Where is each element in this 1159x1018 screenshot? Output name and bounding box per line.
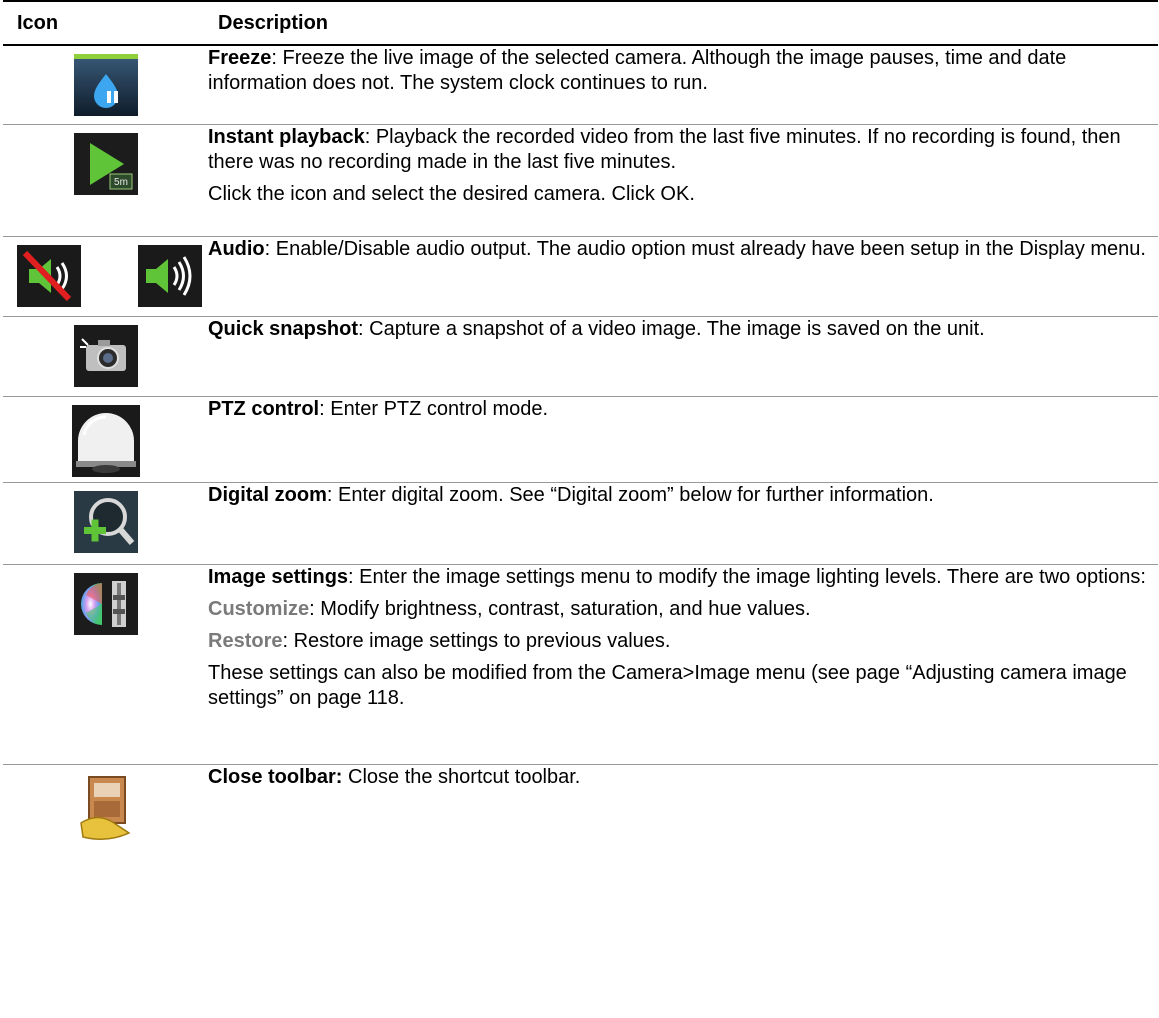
column-header-description: Description [208, 0, 1158, 46]
audio-off-icon [17, 244, 81, 307]
description-quick-snapshot: : Capture a snapshot of a video image. T… [358, 317, 985, 340]
description-image-settings: : Enter the image settings menu to modif… [348, 565, 1146, 588]
table-row: Close toolbar: Close the shortcut toolba… [3, 764, 1158, 874]
table-row: Quick snapshot: Capture a snapshot of a … [3, 316, 1158, 397]
table-row: Audio: Enable/Disable audio output. The … [3, 236, 1158, 317]
table-row: Image settings: Enter the image settings… [3, 564, 1158, 765]
column-header-icon: Icon [3, 0, 208, 46]
ptz-dome-icon [71, 404, 140, 477]
table-row: PTZ control: Enter PTZ control mode. [3, 396, 1158, 483]
option-restore-text: : Restore image settings to previous val… [282, 629, 671, 652]
document-page: Icon Description Freeze: Freeze the live… [0, 0, 1159, 1018]
description-close-toolbar: Close the shortcut toolbar. [342, 765, 581, 788]
image-settings-note: These settings can also be modified from… [208, 661, 1127, 709]
description-freeze: : Freeze the live image of the selected … [208, 47, 1067, 94]
freeze-icon [73, 54, 138, 116]
term-audio: Audio [208, 237, 265, 260]
audio-on-icon [138, 244, 202, 307]
svg-text:5m: 5m [114, 177, 128, 188]
instant-playback-note: Click the icon and select the desired ca… [208, 182, 695, 205]
digital-zoom-icon [73, 490, 138, 553]
icon-description-table: Icon Description Freeze: Freeze the live… [3, 0, 1158, 874]
image-settings-icon [73, 572, 138, 635]
table-row: 5m Instant playback: Playback the record… [3, 124, 1158, 237]
term-instant-playback: Instant playback [208, 125, 365, 148]
table-row: Digital zoom: Enter digital zoom. See “D… [3, 482, 1158, 565]
term-quick-snapshot: Quick snapshot [208, 317, 359, 340]
description-digital-zoom: : Enter digital zoom. See “Digital zoom”… [326, 483, 934, 506]
table-row: Freeze: Freeze the live image of the sel… [3, 45, 1158, 125]
option-customize-label: Customize [208, 597, 310, 620]
option-restore-label: Restore [208, 629, 283, 652]
term-close-toolbar: Close toolbar: [208, 765, 343, 788]
term-freeze: Freeze [208, 47, 272, 69]
instant-playback-icon: 5m [73, 132, 138, 195]
camera-snapshot-icon [73, 324, 138, 387]
close-toolbar-icon [76, 772, 135, 843]
term-digital-zoom: Digital zoom [208, 483, 327, 506]
table-header-row: Icon Description [3, 0, 1158, 46]
description-audio: : Enable/Disable audio output. The audio… [264, 237, 1146, 260]
term-ptz-control: PTZ control [208, 397, 320, 420]
option-customize-text: : Modify brightness, contrast, saturatio… [309, 597, 811, 620]
description-ptz-control: : Enter PTZ control mode. [319, 397, 549, 420]
term-image-settings: Image settings [208, 565, 349, 588]
